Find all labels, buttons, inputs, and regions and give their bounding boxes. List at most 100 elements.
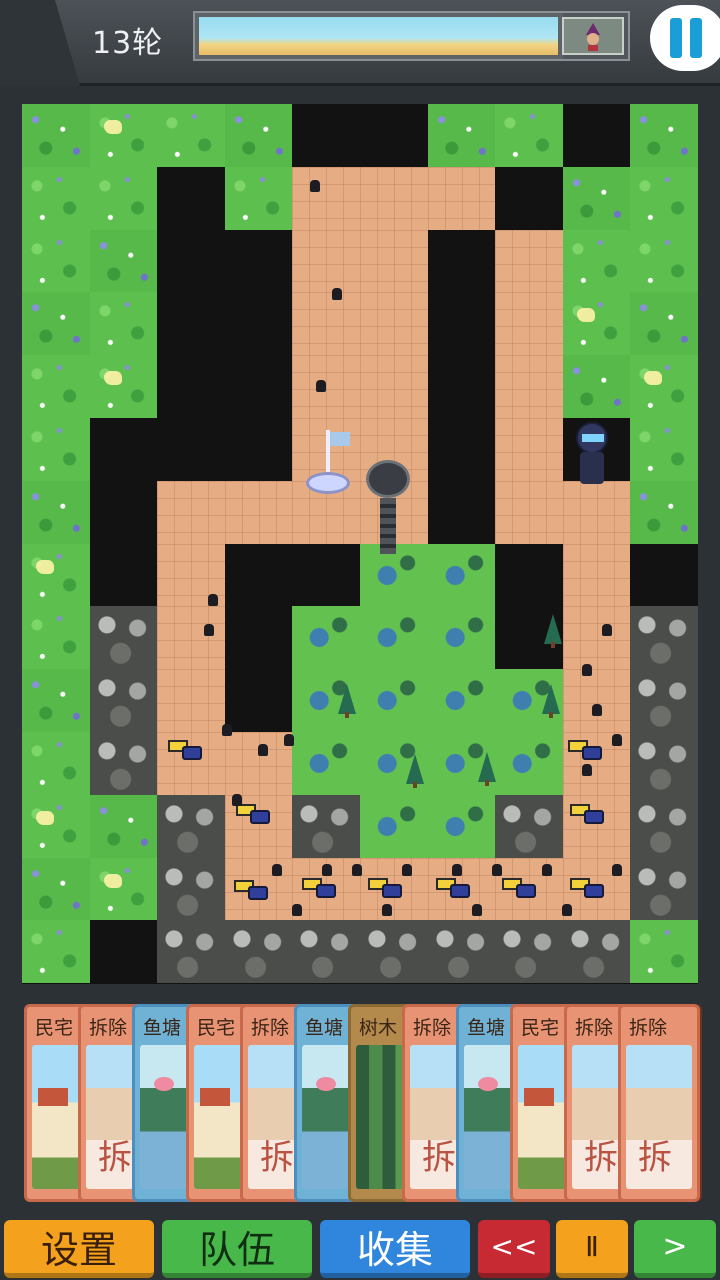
trash-tile[interactable] (630, 794, 699, 858)
grass-tile[interactable] (89, 355, 158, 419)
path-tile[interactable] (292, 166, 361, 230)
grass-tile[interactable] (89, 166, 158, 230)
grass-tile[interactable] (157, 104, 226, 167)
path-tile[interactable] (495, 355, 564, 419)
park-tile[interactable] (360, 794, 428, 858)
park-tile[interactable] (427, 794, 496, 858)
grass-tile[interactable] (22, 229, 90, 293)
trash-tile[interactable] (630, 857, 699, 921)
grass-tile[interactable] (89, 292, 158, 356)
park-tile[interactable] (495, 732, 564, 795)
trash-tile[interactable] (89, 669, 158, 733)
grass-tile[interactable] (89, 857, 158, 921)
path-tile[interactable] (495, 229, 564, 293)
trash-tile[interactable] (427, 920, 496, 984)
park-tile[interactable] (427, 606, 496, 670)
flower-tile[interactable] (89, 794, 158, 858)
flower-tile[interactable] (630, 292, 699, 356)
grass-tile[interactable] (630, 229, 699, 293)
team-button[interactable]: 队伍 (162, 1220, 312, 1278)
flower-tile[interactable] (630, 480, 699, 544)
flower-tile[interactable] (22, 292, 90, 356)
path-tile[interactable] (562, 480, 631, 544)
grass-tile[interactable] (22, 418, 90, 481)
grass-tile[interactable] (630, 418, 699, 481)
path-tile[interactable] (495, 292, 564, 356)
trash-tile[interactable] (89, 732, 158, 795)
path-tile[interactable] (224, 732, 293, 795)
path-tile[interactable] (562, 543, 631, 607)
grass-tile[interactable] (562, 292, 631, 356)
grass-tile[interactable] (630, 166, 699, 230)
grass-tile[interactable] (495, 104, 564, 167)
grass-tile[interactable] (22, 543, 90, 607)
path-tile[interactable] (360, 166, 428, 230)
flower-tile[interactable] (22, 669, 90, 733)
trash-tile[interactable] (630, 669, 699, 733)
path-tile[interactable] (292, 292, 361, 356)
flower-tile[interactable] (562, 166, 631, 230)
park-tile[interactable] (292, 606, 361, 670)
park-tile[interactable] (427, 669, 496, 733)
path-tile[interactable] (360, 292, 428, 356)
trash-tile[interactable] (495, 920, 564, 984)
flower-tile[interactable] (427, 104, 496, 167)
grass-tile[interactable] (22, 920, 90, 984)
path-tile[interactable] (562, 669, 631, 733)
trash-tile[interactable] (157, 857, 226, 921)
trash-tile[interactable] (89, 606, 158, 670)
grass-tile[interactable] (630, 355, 699, 419)
rewind-button[interactable]: << (478, 1220, 550, 1278)
park-tile[interactable] (292, 732, 361, 795)
grass-tile[interactable] (22, 606, 90, 670)
flower-tile[interactable] (224, 104, 293, 167)
flower-tile[interactable] (22, 857, 90, 921)
path-tile[interactable] (562, 606, 631, 670)
card-demolish[interactable]: 拆除 (618, 1004, 700, 1202)
grass-tile[interactable] (562, 229, 631, 293)
park-tile[interactable] (360, 669, 428, 733)
path-tile[interactable] (495, 418, 564, 481)
trash-tile[interactable] (157, 920, 226, 984)
trash-tile[interactable] (562, 920, 631, 984)
trash-tile[interactable] (292, 794, 361, 858)
path-tile[interactable] (157, 669, 226, 733)
collect-button[interactable]: 收集 (320, 1220, 470, 1278)
trash-tile[interactable] (630, 606, 699, 670)
flower-tile[interactable] (22, 104, 90, 167)
path-tile[interactable] (360, 355, 428, 419)
grass-tile[interactable] (224, 166, 293, 230)
settings-button[interactable]: 设置 (4, 1220, 154, 1278)
pause-icon[interactable] (650, 5, 720, 71)
game-board[interactable] (22, 104, 699, 984)
pause-button[interactable]: Ⅱ (556, 1220, 628, 1278)
fast-forward-button[interactable]: > (634, 1220, 716, 1278)
path-tile[interactable] (427, 166, 496, 230)
path-tile[interactable] (360, 229, 428, 293)
flower-tile[interactable] (22, 480, 90, 544)
path-tile[interactable] (224, 480, 293, 544)
flower-tile[interactable] (630, 104, 699, 167)
flower-tile[interactable] (562, 355, 631, 419)
path-tile[interactable] (157, 480, 226, 544)
park-tile[interactable] (360, 606, 428, 670)
trash-tile[interactable] (157, 794, 226, 858)
trash-tile[interactable] (224, 920, 293, 984)
path-tile[interactable] (292, 355, 361, 419)
trash-tile[interactable] (360, 920, 428, 984)
empty-tile (292, 543, 361, 607)
trash-tile[interactable] (630, 732, 699, 795)
grass-tile[interactable] (630, 920, 699, 984)
grass-tile[interactable] (22, 732, 90, 795)
trash-tile[interactable] (495, 794, 564, 858)
grass-tile[interactable] (22, 166, 90, 230)
path-tile[interactable] (495, 480, 564, 544)
path-tile[interactable] (292, 229, 361, 293)
trash-tile[interactable] (292, 920, 361, 984)
park-tile[interactable] (427, 543, 496, 607)
grass-tile[interactable] (22, 355, 90, 419)
grass-tile[interactable] (22, 794, 90, 858)
path-tile[interactable] (157, 606, 226, 670)
flower-tile[interactable] (89, 229, 158, 293)
grass-tile[interactable] (89, 104, 158, 167)
